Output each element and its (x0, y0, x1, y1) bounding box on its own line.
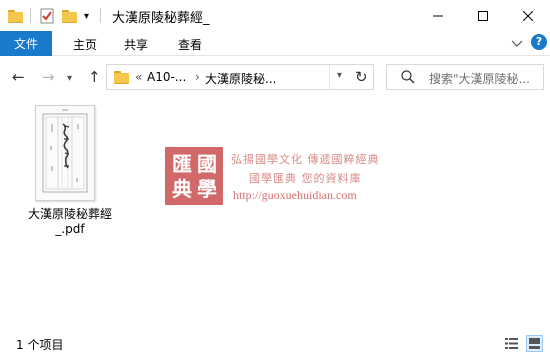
address-dropdown-icon[interactable]: ▾ (337, 70, 342, 81)
breadcrumb-item-a10[interactable]: A10-... (147, 70, 186, 84)
folder-icon (8, 7, 23, 25)
status-bar: 1 个项目 (0, 334, 550, 356)
maximize-button[interactable] (460, 0, 505, 31)
file-tab[interactable]: 文件 (0, 31, 52, 56)
tab-share[interactable]: 共享 (124, 36, 148, 53)
back-arrow-icon[interactable]: ← (12, 68, 25, 86)
up-arrow-icon[interactable]: ↑ (88, 68, 101, 86)
address-divider (329, 65, 330, 89)
tab-view[interactable]: 查看 (178, 36, 202, 53)
close-button[interactable] (505, 0, 550, 31)
new-folder-icon[interactable] (62, 7, 77, 25)
file-list-pane: 大漢原陵秘葬經 _.pdf 匯 國 典 學 弘揚國學文化 傳遞國粹經典 國學匯典… (0, 97, 550, 334)
navigation-bar: ← → ▾ ↑ « A10-... › 大漢原陵秘... ▾ ↻ 搜索"大漢原陵… (0, 57, 550, 97)
file-item[interactable]: 大漢原陵秘葬經 _.pdf (20, 103, 120, 239)
recent-locations-icon[interactable]: ▾ (67, 70, 72, 88)
seal-character: 典 (172, 177, 192, 201)
search-input[interactable]: 搜索"大漢原陵秘... (429, 70, 530, 87)
forward-arrow-icon[interactable]: → (42, 68, 55, 86)
customize-qat-icon[interactable]: ▾ (84, 7, 89, 25)
address-bar[interactable]: « A10-... › 大漢原陵秘... ▾ ↻ (106, 64, 374, 90)
search-box[interactable]: 搜索"大漢原陵秘... (386, 64, 544, 90)
file-name[interactable]: 大漢原陵秘葬經 _.pdf (20, 207, 120, 237)
seal-character: 國 (197, 152, 217, 176)
minimize-button[interactable] (415, 0, 460, 31)
item-count: 1 个项目 (16, 338, 64, 352)
breadcrumb-separator: › (195, 70, 200, 84)
details-view-icon[interactable] (503, 335, 520, 352)
properties-icon[interactable] (40, 7, 54, 25)
folder-icon (114, 71, 129, 84)
search-icon (401, 70, 415, 87)
pdf-thumbnail (35, 105, 95, 201)
qat-divider (30, 8, 31, 23)
watermark-slogan: 弘揚國學文化 傳遞國粹經典 (231, 153, 380, 166)
file-name-line2: _.pdf (55, 222, 85, 236)
title-bar: ▾ 大漢原陵秘葬經_ (0, 0, 550, 31)
watermark-tagline: 國學匯典 您的資料庫 (249, 172, 362, 185)
refresh-icon[interactable]: ↻ (355, 68, 368, 86)
window-title: 大漢原陵秘葬經_ (112, 11, 210, 26)
title-divider (100, 8, 101, 23)
expand-ribbon-icon[interactable] (511, 37, 523, 52)
breadcrumb-item-current[interactable]: 大漢原陵秘... (205, 70, 276, 87)
watermark-url: http://guoxuehuidian.com (233, 188, 357, 202)
tab-home[interactable]: 主页 (73, 36, 97, 53)
help-icon[interactable]: ? (531, 34, 547, 50)
ribbon: 文件 主页 共享 查看 ? (0, 31, 550, 56)
large-icons-view-icon[interactable] (526, 335, 543, 352)
breadcrumb-overflow[interactable]: « (135, 70, 142, 84)
seal-character: 學 (197, 177, 217, 201)
watermark-seal: 匯 國 典 學 (165, 147, 223, 205)
watermark: 匯 國 典 學 弘揚國學文化 傳遞國粹經典 國學匯典 您的資料庫 http://… (165, 147, 395, 207)
file-name-line1: 大漢原陵秘葬經 (27, 207, 112, 221)
seal-character: 匯 (172, 152, 192, 176)
